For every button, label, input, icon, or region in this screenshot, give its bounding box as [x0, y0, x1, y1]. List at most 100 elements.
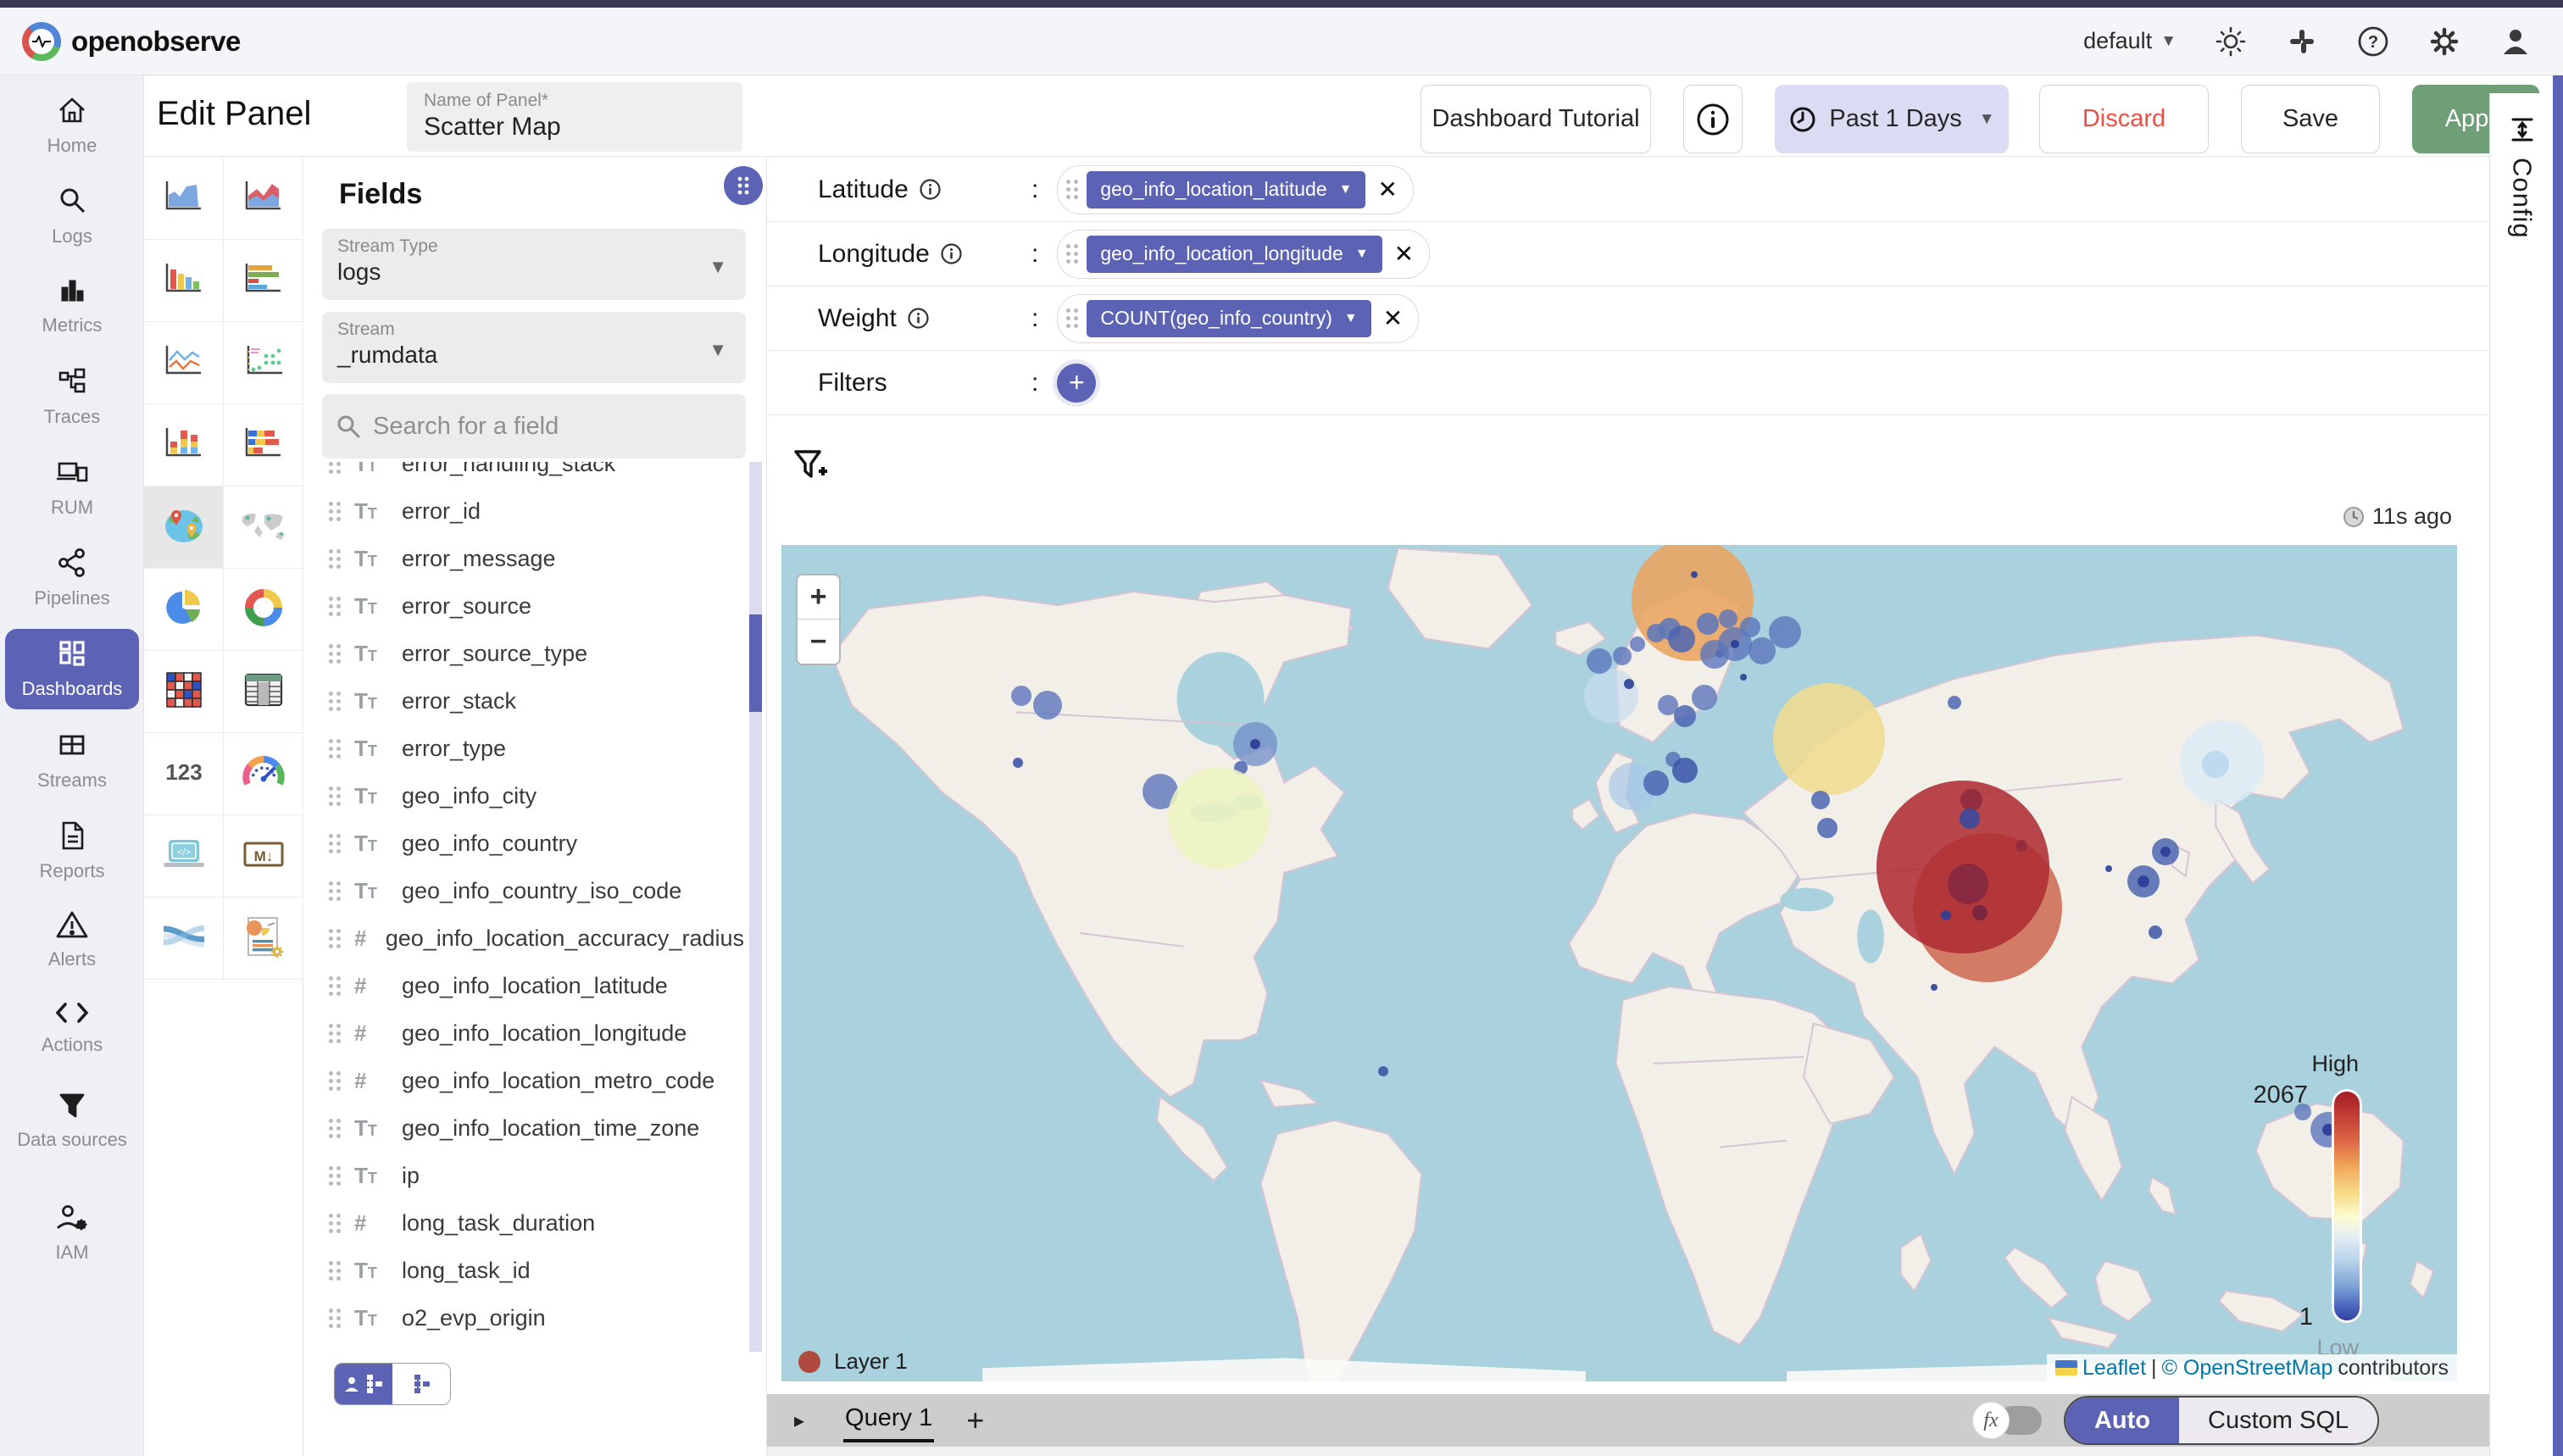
field-item-o2_evp_origin[interactable]: TTo2_evp_origin — [303, 1294, 744, 1342]
field-item-geo_info_location_accuracy_radius[interactable]: #geo_info_location_accuracy_radius — [303, 914, 744, 962]
chart-type-bar[interactable] — [144, 240, 224, 322]
chart-type-heatmap[interactable] — [144, 651, 224, 733]
sidebar-item-alerts[interactable]: Alerts — [5, 901, 139, 980]
fields-view-schema-toggle[interactable] — [392, 1364, 450, 1404]
chart-type-sankey[interactable] — [144, 897, 224, 980]
chart-type-html[interactable]: </> — [144, 815, 224, 897]
alerts-icon — [55, 909, 89, 944]
field-item-long_task_id[interactable]: TTlong_task_id — [303, 1247, 744, 1294]
theme-toggle-icon[interactable] — [2214, 25, 2248, 58]
remove-weight-icon[interactable]: ✕ — [1380, 304, 1406, 332]
filters-row: Filters : + — [767, 351, 2489, 415]
chart-type-stacked-bar[interactable] — [144, 404, 224, 486]
dashboard-tutorial-button[interactable]: Dashboard Tutorial — [1420, 85, 1651, 153]
sidebar-item-data-sources[interactable]: Data sources — [5, 1081, 139, 1160]
field-item-geo_info_city[interactable]: TTgeo_info_city — [303, 772, 744, 820]
add-filter-button[interactable]: + — [1057, 364, 1096, 403]
latitude-field-chip[interactable]: geo_info_location_latitude▼ — [1087, 171, 1365, 208]
field-item-geo_info_location_metro_code[interactable]: #geo_info_location_metro_code — [303, 1057, 744, 1104]
field-search-input[interactable] — [373, 413, 732, 441]
longitude-field-chip[interactable]: geo_info_location_longitude▼ — [1087, 236, 1382, 273]
leaflet-link[interactable]: Leaflet — [2082, 1356, 2146, 1381]
field-list-scrollbar-track[interactable] — [749, 462, 762, 1352]
chart-type-maps[interactable] — [224, 486, 303, 569]
sidebar-item-pipelines[interactable]: Pipelines — [5, 538, 139, 619]
scatter-map-canvas[interactable]: + − High 2067 1 Low Layer 1 Leaflet | © … — [781, 545, 2457, 1381]
field-item-error_stack[interactable]: TTerror_stack — [303, 677, 744, 725]
settings-gear-icon[interactable] — [2427, 25, 2461, 58]
sidebar-item-metrics[interactable]: Metrics — [5, 267, 139, 346]
field-item-geo_info_location_longitude[interactable]: #geo_info_location_longitude — [303, 1009, 744, 1057]
sidebar-item-logs[interactable]: Logs — [5, 176, 139, 257]
panel-name-input[interactable] — [424, 113, 726, 142]
sidebar-item-dashboards[interactable]: Dashboards — [5, 629, 139, 709]
config-tab-button[interactable]: Config — [2490, 114, 2554, 239]
chart-type-area[interactable] — [144, 158, 224, 240]
weight-field-chip[interactable]: COUNT(geo_info_country)▼ — [1087, 300, 1370, 337]
field-item-geo_info_country[interactable]: TTgeo_info_country — [303, 820, 744, 867]
page-scrollbar[interactable] — [2553, 75, 2563, 1456]
chart-type-table[interactable] — [224, 651, 303, 733]
stream-type-select[interactable]: Stream Type logs ▼ — [322, 229, 746, 300]
custom-sql-toggle[interactable]: Custom SQL — [2179, 1398, 2377, 1443]
sidebar-item-streams[interactable]: Streams — [5, 720, 139, 801]
field-item-error_type[interactable]: TTerror_type — [303, 725, 744, 772]
field-item-geo_info_country_iso_code[interactable]: TTgeo_info_country_iso_code — [303, 867, 744, 914]
field-item-ip[interactable]: TTip — [303, 1152, 744, 1199]
vrl-function-toggle[interactable]: fx — [1972, 1402, 2042, 1439]
chart-type-pie[interactable] — [144, 569, 224, 651]
remove-latitude-icon[interactable]: ✕ — [1374, 175, 1400, 203]
osm-link[interactable]: © OpenStreetMap — [2162, 1356, 2333, 1381]
chart-type-geo-map[interactable] — [144, 486, 224, 569]
sidebar-item-iam[interactable]: IAM — [5, 1194, 139, 1273]
discard-button[interactable]: Discard — [2039, 85, 2209, 153]
chart-type-h-bar[interactable] — [224, 240, 303, 322]
remove-longitude-icon[interactable]: ✕ — [1391, 240, 1417, 268]
sidebar-item-actions[interactable]: Actions — [5, 992, 139, 1065]
field-item-long_task_duration[interactable]: #long_task_duration — [303, 1199, 744, 1247]
field-item-geo_info_location_time_zone[interactable]: TTgeo_info_location_time_zone — [303, 1104, 744, 1152]
chart-type-markdown[interactable]: M↓ — [224, 815, 303, 897]
field-item-error_id[interactable]: TTerror_id — [303, 487, 744, 535]
chart-type-custom-chart[interactable] — [224, 897, 303, 980]
org-selector[interactable]: default ▼ — [2083, 28, 2177, 54]
field-list-scrollbar-thumb[interactable] — [749, 614, 762, 712]
user-avatar-icon[interactable] — [2499, 25, 2532, 58]
panel-name-field[interactable]: Name of Panel* — [407, 82, 742, 152]
add-query-button[interactable]: + — [966, 1403, 984, 1438]
chart-type-gauge[interactable] — [224, 733, 303, 815]
slack-icon[interactable] — [2285, 25, 2319, 58]
layer-legend-item[interactable]: Layer 1 — [798, 1348, 908, 1375]
field-item-error_source_type[interactable]: TTerror_source_type — [303, 630, 744, 677]
tab-query-1[interactable]: Query 1 — [840, 1398, 937, 1444]
info-button[interactable] — [1683, 85, 1743, 153]
field-item-geo_info_location_latitude[interactable]: #geo_info_location_latitude — [303, 962, 744, 1009]
chart-type-h-stacked-bar[interactable] — [224, 404, 303, 486]
chart-type-metric[interactable]: 123 — [144, 733, 224, 815]
drag-handle-icon[interactable] — [724, 166, 763, 205]
zoom-out-button[interactable]: − — [798, 620, 839, 664]
time-range-button[interactable]: Past 1 Days ▼ — [1775, 85, 2009, 153]
field-item-o2_evp_origin_version[interactable]: TTo2_evp_origin_version — [303, 1342, 744, 1352]
number-type-icon: # — [354, 973, 388, 999]
field-item-error_handling_stack[interactable]: TTerror_handling_stack — [303, 462, 744, 487]
stream-select[interactable]: Stream _rumdata ▼ — [322, 312, 746, 383]
save-button[interactable]: Save — [2241, 85, 2380, 153]
query-collapse-icon[interactable]: ▸ — [794, 1409, 804, 1433]
sidebar-item-traces[interactable]: Traces — [5, 357, 139, 437]
scatter-point — [1011, 686, 1031, 706]
help-icon[interactable]: ? — [2356, 25, 2390, 58]
field-item-error_message[interactable]: TTerror_message — [303, 535, 744, 582]
filter-add-icon[interactable] — [791, 446, 830, 489]
field-item-error_source[interactable]: TTerror_source — [303, 582, 744, 630]
auto-sql-toggle[interactable]: Auto — [2065, 1398, 2179, 1443]
zoom-in-button[interactable]: + — [798, 575, 839, 620]
sidebar-item-rum[interactable]: RUM — [5, 447, 139, 528]
chart-type-area-stacked[interactable] — [224, 158, 303, 240]
chart-type-scatter[interactable] — [224, 322, 303, 404]
fields-view-user-defined-toggle[interactable] — [335, 1364, 392, 1404]
sidebar-item-home[interactable]: Home — [5, 86, 139, 166]
sidebar-item-reports[interactable]: Reports — [5, 811, 139, 892]
chart-type-line[interactable] — [144, 322, 224, 404]
chart-type-donut[interactable] — [224, 569, 303, 651]
